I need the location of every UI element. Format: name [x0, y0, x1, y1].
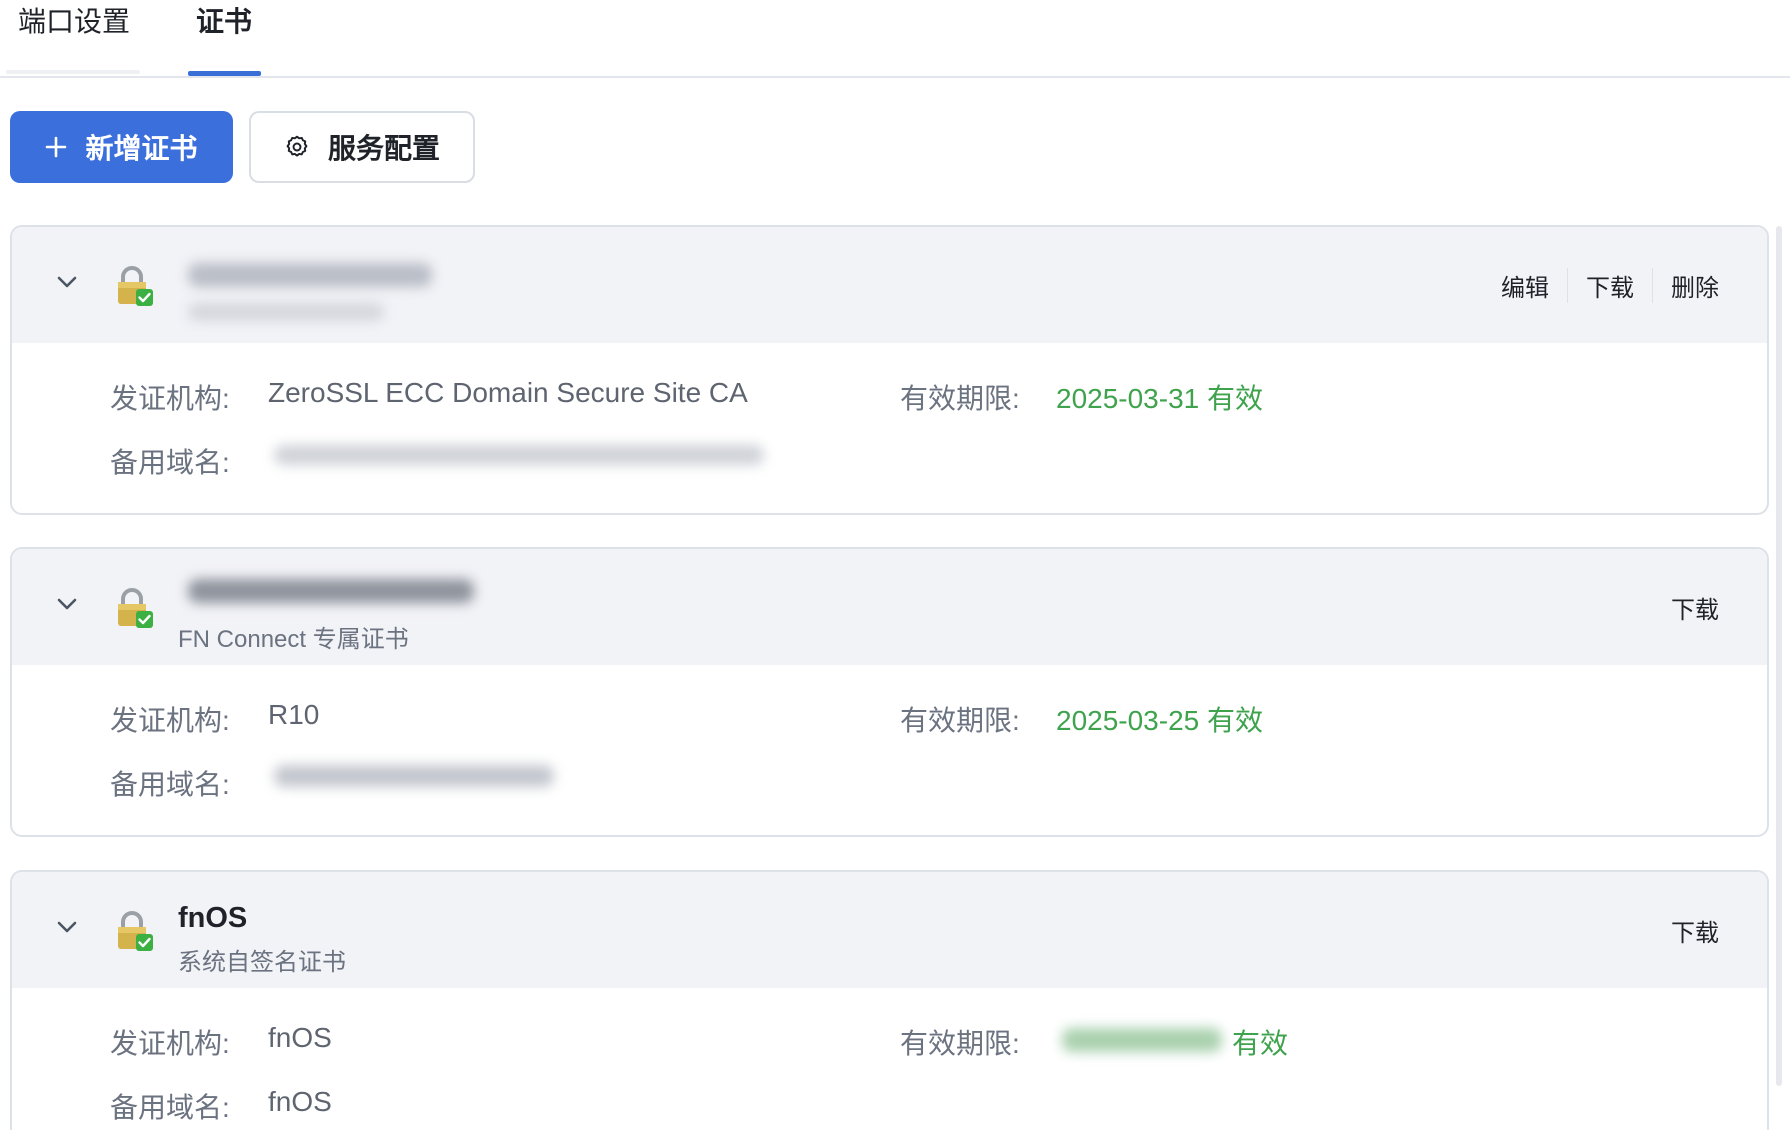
issuer-label: 发证机构:: [110, 383, 230, 414]
service-config-label: 服务配置: [327, 133, 440, 164]
issuer-value: fnOS: [268, 1022, 332, 1053]
redacted-cert-name: [188, 579, 474, 603]
certificate-card-header: FN Connect 专属证书 下载: [12, 549, 1767, 665]
certificate-card: 编辑 下载 删除 发证机构: ZeroSSL ECC Domain Secure…: [10, 225, 1769, 515]
download-link[interactable]: 下载: [1653, 913, 1737, 948]
tab-port-settings[interactable]: 端口设置: [18, 0, 130, 76]
alt-names-label: 备用域名:: [110, 1092, 230, 1123]
alt-names-label: 备用域名:: [110, 447, 230, 478]
scrollbar[interactable]: [1776, 226, 1782, 1086]
download-link[interactable]: 下载: [1653, 590, 1737, 625]
delete-link[interactable]: 删除: [1652, 267, 1737, 303]
redacted-cert-subtitle: [188, 303, 384, 321]
certificate-card: fnOS 系统自签名证书 下载 发证机构: fnOS 有效期限: 有效 备用域名…: [10, 870, 1769, 1130]
alt-names-label: 备用域名:: [110, 769, 230, 800]
chevron-down-icon[interactable]: [52, 589, 82, 619]
redacted-alt-names: [274, 445, 764, 465]
expiry-label: 有效期限:: [900, 705, 1020, 736]
cert-subtitle: FN Connect 专属证书: [178, 626, 409, 653]
expiry-value: 有效: [1232, 1028, 1289, 1059]
issuer-label: 发证机构:: [110, 705, 230, 736]
chevron-down-icon[interactable]: [52, 267, 82, 297]
lock-verified-icon: [118, 911, 153, 951]
lock-verified-icon: [118, 266, 153, 306]
active-tab-indicator: [188, 71, 261, 76]
chevron-down-icon[interactable]: [52, 912, 82, 942]
cert-name: fnOS: [178, 902, 248, 934]
certificate-card-header: fnOS 系统自签名证书 下载: [12, 872, 1767, 988]
cert-subtitle: 系统自签名证书: [178, 949, 346, 976]
add-certificate-label: 新增证书: [85, 133, 198, 164]
plus-icon: [45, 136, 67, 158]
card-actions: 编辑 下载 删除: [1483, 227, 1737, 343]
tab-certificates[interactable]: 证书: [196, 0, 252, 76]
card-actions: 下载: [1653, 872, 1737, 988]
expiry-value: 2025-03-25 有效: [1056, 705, 1264, 736]
card-actions: 下载: [1653, 549, 1737, 665]
gear-icon: [284, 134, 310, 160]
redacted-alt-names: [274, 765, 554, 787]
issuer-value: ZeroSSL ECC Domain Secure Site CA: [268, 377, 748, 408]
issuer-label: 发证机构:: [110, 1028, 230, 1059]
issuer-value: R10: [268, 699, 320, 730]
service-config-button[interactable]: 服务配置: [249, 111, 475, 183]
download-link[interactable]: 下载: [1567, 267, 1652, 303]
redacted-expiry-date: [1062, 1028, 1222, 1052]
certificate-card-header: 编辑 下载 删除: [12, 227, 1767, 343]
edit-link[interactable]: 编辑: [1483, 268, 1567, 303]
lock-verified-icon: [118, 588, 153, 628]
tab-bar: 端口设置 证书: [0, 0, 1790, 78]
expiry-label: 有效期限:: [900, 1028, 1020, 1059]
expiry-label: 有效期限:: [900, 383, 1020, 414]
add-certificate-button[interactable]: 新增证书: [10, 111, 233, 183]
redacted-cert-name: [188, 263, 432, 287]
expiry-value: 2025-03-31 有效: [1056, 383, 1264, 414]
alt-names-value: fnOS: [268, 1086, 332, 1117]
certificate-card: FN Connect 专属证书 下载 发证机构: R10 有效期限: 2025-…: [10, 547, 1769, 837]
